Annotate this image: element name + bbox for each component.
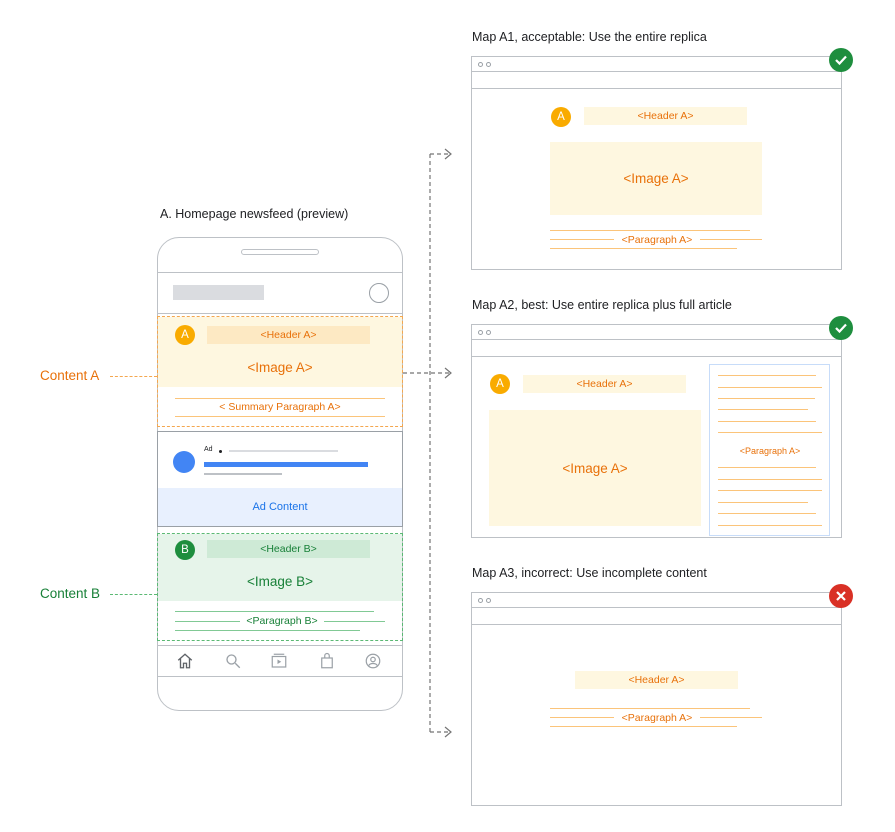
map-a1-image: <Image A> <box>550 142 762 215</box>
browser-dot <box>478 598 483 603</box>
mapping-arrows <box>403 148 452 738</box>
browser-tab-bar <box>472 325 841 340</box>
video-icon[interactable] <box>270 652 288 670</box>
map-a3-title: Map A3, incorrect: Use incomplete conten… <box>472 566 707 580</box>
map-a2-paragraph: <Paragraph A> <box>739 446 801 456</box>
search-icon[interactable] <box>224 652 242 670</box>
article-line <box>718 409 808 410</box>
map-a1-title: Map A1, acceptable: Use the entire repli… <box>472 30 707 44</box>
content-a-connector <box>110 376 157 377</box>
map-a1-header: <Header A> <box>584 107 747 125</box>
browser-dot <box>486 598 491 603</box>
content-b-connector <box>110 594 157 595</box>
map-a3-line <box>550 708 750 709</box>
content-a-line <box>175 398 385 399</box>
browser-dot <box>478 62 483 67</box>
article-line <box>718 502 808 503</box>
map-a3-line <box>550 726 737 727</box>
article-line <box>718 479 822 480</box>
content-b-line <box>175 611 374 612</box>
map-a1-paragraph: <Paragraph A> <box>614 233 700 246</box>
phone-nav-divider <box>158 645 402 646</box>
phone-top-divider <box>158 272 402 273</box>
content-a-image: <Image A> <box>247 359 313 375</box>
ad-subline <box>204 473 282 475</box>
map-a2-header: <Header A> <box>523 375 686 393</box>
article-line <box>718 467 816 468</box>
map-a1-badge: A <box>551 107 571 127</box>
ad-dot <box>219 450 222 453</box>
map-a3-paragraph: <Paragraph A> <box>614 711 700 724</box>
phone-nav-bottom-divider <box>158 676 402 677</box>
phone-title: A. Homepage newsfeed (preview) <box>160 207 349 221</box>
article-line <box>718 513 816 514</box>
article-line <box>718 432 822 433</box>
browser-dot <box>486 330 491 335</box>
browser-tab-bar <box>472 57 841 72</box>
content-b-line <box>175 630 360 631</box>
browser-dot <box>478 330 483 335</box>
shopping-bag-icon[interactable] <box>318 652 336 670</box>
map-a3-header: <Header A> <box>575 671 738 689</box>
map-a3-cross-icon <box>829 584 853 608</box>
browser-address-bar <box>472 340 841 357</box>
content-b-header: <Header B> <box>207 540 370 558</box>
browser-address-bar <box>472 608 841 625</box>
article-line <box>718 525 822 526</box>
phone-speaker <box>241 249 319 255</box>
article-line <box>718 421 816 422</box>
content-a-summary: < Summary Paragraph A> <box>158 400 402 414</box>
browser-address-bar <box>472 72 841 89</box>
browser-tab-bar <box>472 593 841 608</box>
map-a2-check-icon <box>829 316 853 340</box>
map-a1-line <box>550 248 737 249</box>
phone-header-divider <box>158 313 402 314</box>
map-a1-check-icon <box>829 48 853 72</box>
ad-content: Ad Content <box>158 488 402 526</box>
map-a3-browser <box>471 592 842 806</box>
content-b-image: <Image B> <box>246 573 314 589</box>
article-line <box>718 375 816 376</box>
content-b-badge: B <box>175 540 195 560</box>
map-a2-image: <Image A> <box>489 410 701 526</box>
article-line <box>718 398 815 399</box>
map-a2-badge: A <box>490 374 510 394</box>
home-icon[interactable] <box>176 652 194 670</box>
ad-avatar <box>173 451 195 473</box>
content-a-line <box>175 416 385 417</box>
content-a-label: Content A <box>40 368 100 383</box>
ad-label: Ad <box>204 446 213 453</box>
content-a-header: <Header A> <box>207 326 370 344</box>
map-a2-title: Map A2, best: Use entire replica plus fu… <box>472 298 732 312</box>
ad-headline-bar <box>204 462 368 467</box>
ad-meta-line <box>229 450 338 452</box>
phone-avatar-circle <box>369 283 389 303</box>
account-icon[interactable] <box>364 652 382 670</box>
browser-dot <box>486 62 491 67</box>
content-b-paragraph: <Paragraph B> <box>240 614 324 628</box>
article-line <box>718 387 822 388</box>
article-line <box>718 490 822 491</box>
content-a-badge: A <box>175 325 195 345</box>
map-a1-line <box>550 230 750 231</box>
phone-search-bar <box>173 285 264 300</box>
content-b-label: Content B <box>40 586 101 601</box>
